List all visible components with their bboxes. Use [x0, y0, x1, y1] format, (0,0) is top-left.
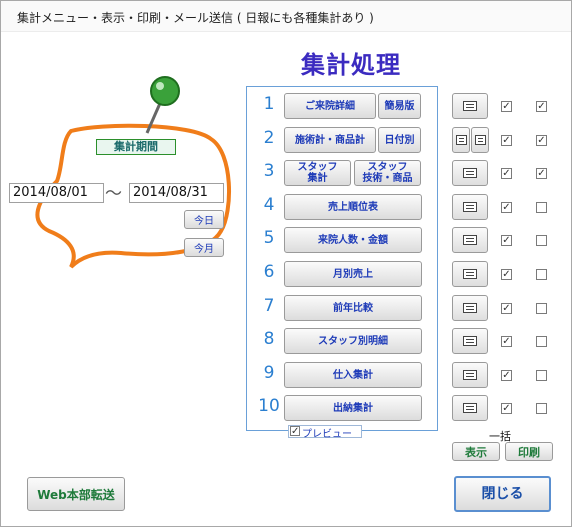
print-checkbox-5[interactable]: [536, 235, 547, 246]
menu-button-3-1[interactable]: スタッフ 集計: [284, 160, 351, 186]
print-button-5[interactable]: [452, 227, 488, 253]
today-button[interactable]: 今日: [184, 210, 224, 229]
print-checkbox-6[interactable]: [536, 269, 547, 280]
web-transfer-button[interactable]: Web本部転送: [27, 477, 125, 511]
menu-button-9-1[interactable]: 仕入集計: [284, 362, 422, 388]
menu-button-label: 月別売上: [333, 268, 373, 280]
menu-row-number: 2: [263, 128, 275, 148]
menu-button-label: 出納集計: [333, 402, 373, 414]
printer-icon: [463, 303, 477, 313]
print-button-2-1[interactable]: [452, 127, 470, 153]
date-to-input[interactable]: 2014/08/31: [129, 183, 224, 203]
show-checkbox-1[interactable]: ✓: [501, 101, 512, 112]
menu-button-label: 来院人数・金額: [318, 234, 388, 246]
menu-row-number: 7: [263, 296, 275, 316]
show-checkbox-6[interactable]: ✓: [501, 269, 512, 280]
menu-button-label: スタッフ: [297, 162, 338, 173]
preview-option[interactable]: ✓ プレビュー: [288, 425, 362, 440]
menu-button-label: 売上順位表: [328, 201, 378, 213]
show-checkbox-5[interactable]: ✓: [501, 235, 512, 246]
title-bar: 集計メニュー・表示・印刷・メール送信 ( 日報にも各種集計あり ): [1, 1, 571, 32]
show-checkbox-4[interactable]: ✓: [501, 202, 512, 213]
menu-button-label: スタッフ: [367, 162, 408, 173]
print-button-4[interactable]: [452, 194, 488, 220]
show-checkbox-8[interactable]: ✓: [501, 336, 512, 347]
show-checkbox-7[interactable]: ✓: [501, 303, 512, 314]
print-button-7[interactable]: [452, 295, 488, 321]
printer-icon: [463, 370, 477, 380]
printer-icon: [463, 336, 477, 346]
print-checkbox-10[interactable]: [536, 403, 547, 414]
printer-icon: [463, 235, 477, 245]
print-checkbox-2[interactable]: ✓: [536, 135, 547, 146]
pushpin-icon: [145, 76, 180, 134]
menu-button-5-1[interactable]: 来院人数・金額: [284, 227, 422, 253]
close-button[interactable]: 閉じる: [454, 476, 551, 512]
menu-button-6-1[interactable]: 月別売上: [284, 261, 422, 287]
print-button-2-2[interactable]: [471, 127, 489, 153]
print-checkbox-9[interactable]: [536, 370, 547, 381]
print-button-8[interactable]: [452, 328, 488, 354]
date-range-separator: ～: [105, 184, 122, 204]
menu-row-number: 8: [263, 329, 275, 349]
this-month-button[interactable]: 今月: [184, 238, 224, 257]
printer-icon: [463, 202, 477, 212]
menu-button-label: スタッフ別明細: [318, 335, 388, 347]
print-button-3[interactable]: [452, 160, 488, 186]
printer-icon: [455, 135, 467, 145]
menu-button-4-1[interactable]: 売上順位表: [284, 194, 422, 220]
dialog-window: 集計メニュー・表示・印刷・メール送信 ( 日報にも各種集計あり ) 集計処理 集…: [0, 0, 572, 527]
menu-button-7-1[interactable]: 前年比較: [284, 295, 422, 321]
menu-button-8-1[interactable]: スタッフ別明細: [284, 328, 422, 354]
menu-button-label: 仕入集計: [333, 369, 373, 381]
menu-button-10-1[interactable]: 出納集計: [284, 395, 422, 421]
print-checkbox-1[interactable]: ✓: [536, 101, 547, 112]
menu-row-number: 1: [263, 94, 275, 114]
show-checkbox-10[interactable]: ✓: [501, 403, 512, 414]
menu-button-label: 日付別: [384, 134, 415, 146]
menu-row-number: 6: [263, 262, 275, 282]
menu-button-1-1[interactable]: ご来院詳細: [284, 93, 376, 119]
window-title: 集計メニュー・表示・印刷・メール送信 ( 日報にも各種集計あり ): [17, 11, 374, 25]
menu-button-2-2[interactable]: 日付別: [378, 127, 421, 153]
print-checkbox-3[interactable]: ✓: [536, 168, 547, 179]
menu-row-number: 3: [263, 161, 275, 181]
menu-row-number: 5: [263, 228, 275, 248]
print-button-1[interactable]: [452, 93, 488, 119]
date-from-input[interactable]: 2014/08/01: [9, 183, 104, 203]
print-button-10[interactable]: [452, 395, 488, 421]
menu-button-1-2[interactable]: 簡易版: [378, 93, 421, 119]
menu-button-label: 集計: [307, 173, 328, 184]
print-button-6[interactable]: [452, 261, 488, 287]
print-button-9[interactable]: [452, 362, 488, 388]
menu-button-3-2[interactable]: スタッフ 技術・商品: [354, 160, 421, 186]
print-checkbox-7[interactable]: [536, 303, 547, 314]
show-checkbox-2[interactable]: ✓: [501, 135, 512, 146]
menu-row-number: 9: [263, 363, 275, 383]
show-checkbox-3[interactable]: ✓: [501, 168, 512, 179]
printer-icon: [463, 101, 477, 111]
menu-button-label: 施術計・商品計: [295, 134, 365, 146]
menu-button-label: 前年比較: [333, 302, 373, 314]
printer-icon: [463, 269, 477, 279]
menu-row-number: 10: [258, 396, 280, 416]
print-checkbox-4[interactable]: [536, 202, 547, 213]
menu-row-number: 4: [263, 195, 275, 215]
preview-label: プレビュー: [302, 429, 352, 440]
show-checkbox-9[interactable]: ✓: [501, 370, 512, 381]
bulk-print-button[interactable]: 印刷: [505, 442, 553, 461]
page-heading: 集計処理: [301, 50, 401, 79]
print-checkbox-8[interactable]: [536, 336, 547, 347]
preview-checkbox[interactable]: ✓: [290, 426, 300, 437]
menu-button-label: 簡易版: [384, 100, 415, 112]
printer-icon: [474, 135, 486, 145]
printer-icon: [463, 168, 477, 178]
bulk-show-button[interactable]: 表示: [452, 442, 500, 461]
menu-button-label: ご来院詳細: [305, 100, 355, 112]
menu-button-2-1[interactable]: 施術計・商品計: [284, 127, 376, 153]
period-label: 集計期間: [96, 139, 176, 155]
menu-button-label: 技術・商品: [362, 173, 413, 184]
printer-icon: [463, 403, 477, 413]
